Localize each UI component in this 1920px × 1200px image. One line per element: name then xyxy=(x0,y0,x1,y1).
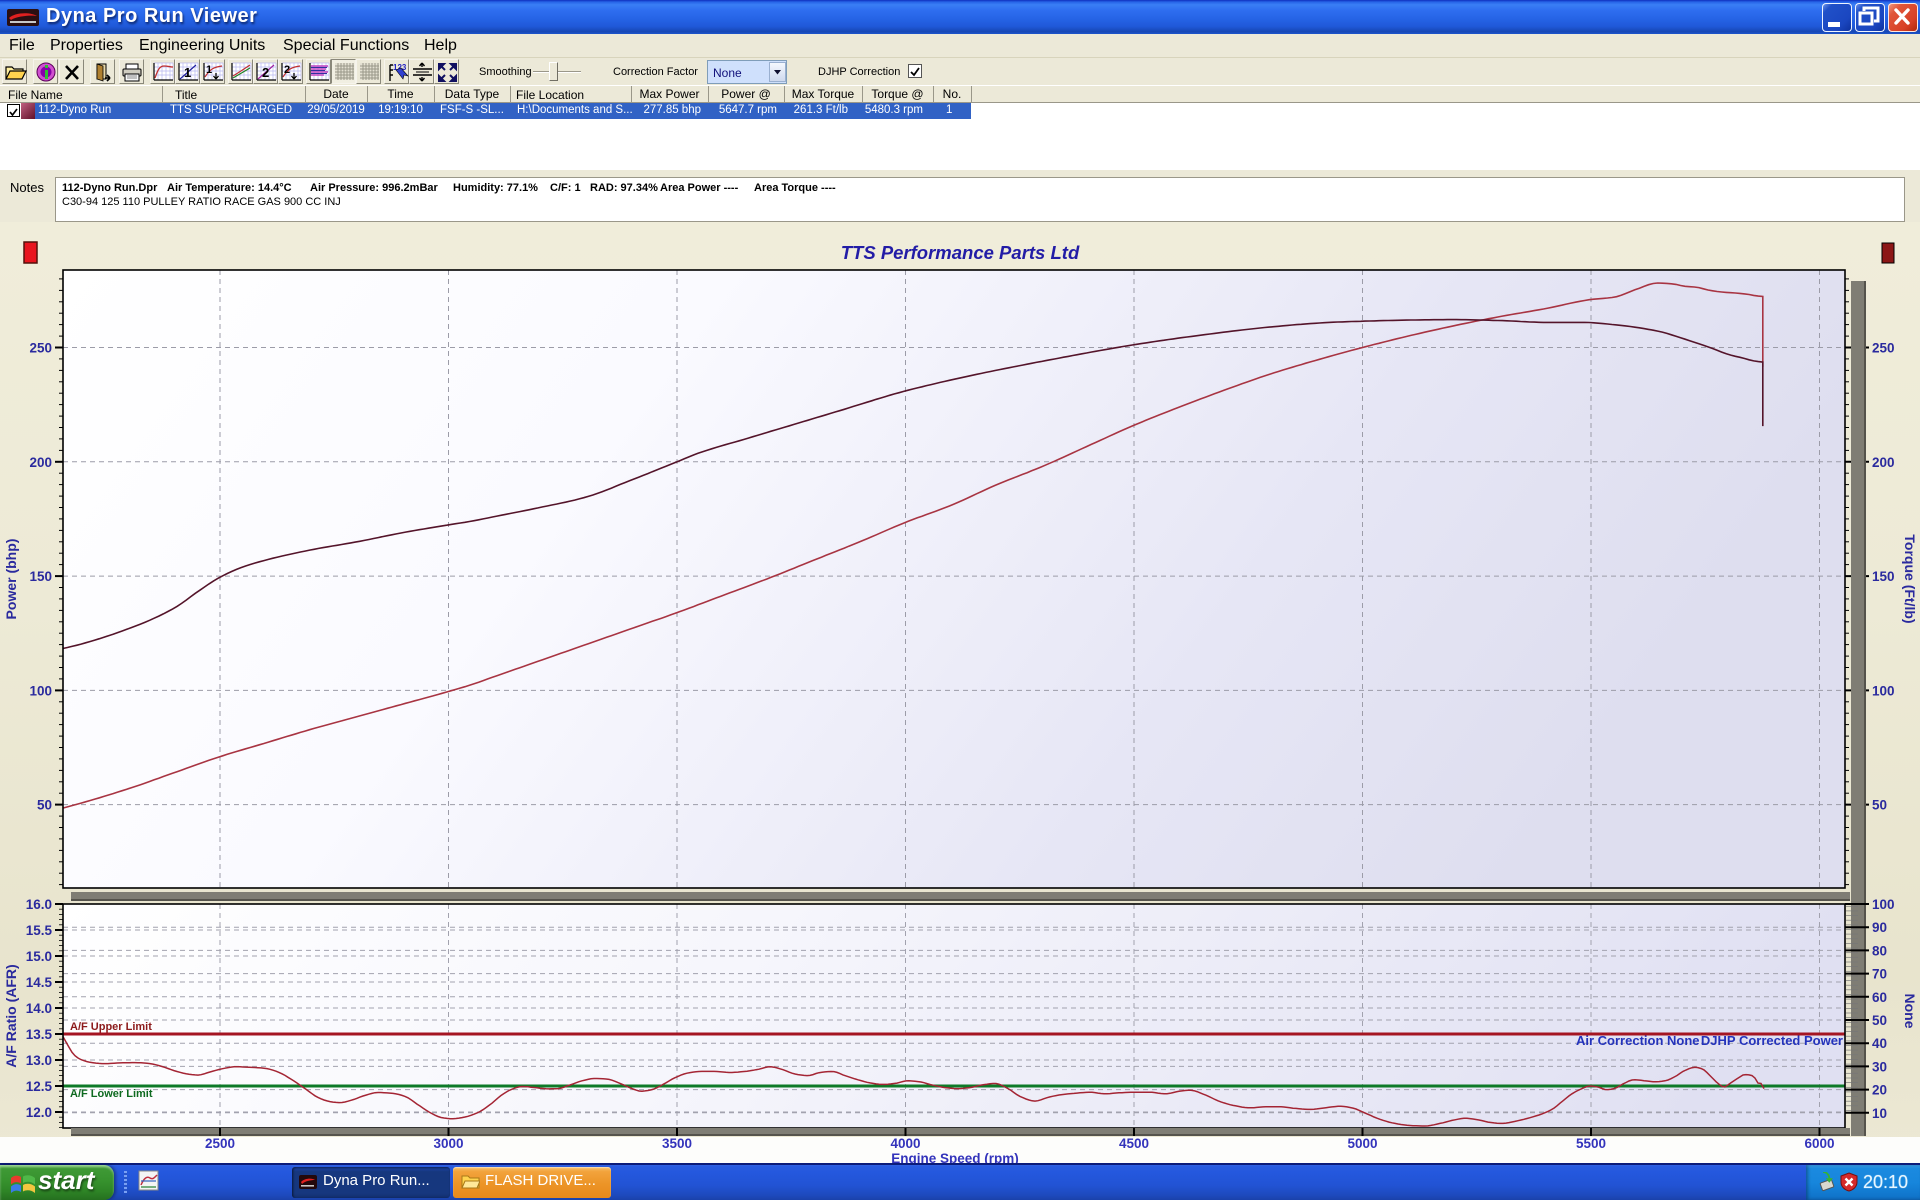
svg-text:4000: 4000 xyxy=(890,1136,920,1151)
svg-text:13.0: 13.0 xyxy=(26,1053,52,1068)
svg-text:150: 150 xyxy=(29,569,52,584)
svg-text:DJHP Corrected Power: DJHP Corrected Power xyxy=(1701,1033,1843,1048)
svg-text:2: 2 xyxy=(262,65,269,80)
svg-text:Torque (Ft/lb): Torque (Ft/lb) xyxy=(1902,534,1918,623)
svg-text:Air Correction None: Air Correction None xyxy=(1576,1033,1700,1048)
svg-text:150: 150 xyxy=(1872,569,1895,584)
svg-text:70: 70 xyxy=(1872,967,1887,982)
svg-text:200: 200 xyxy=(1872,455,1895,470)
svg-text:80: 80 xyxy=(1872,943,1887,958)
svg-text:12.0: 12.0 xyxy=(26,1105,52,1120)
svg-text:30: 30 xyxy=(1872,1059,1887,1074)
svg-text:Engine Speed (rpm): Engine Speed (rpm) xyxy=(891,1151,1019,1163)
svg-text:90: 90 xyxy=(1872,920,1887,935)
svg-text:Power (bhp): Power (bhp) xyxy=(3,539,19,620)
svg-text:20: 20 xyxy=(1872,1083,1887,1098)
svg-text:250: 250 xyxy=(1872,341,1895,356)
svg-text:14.0: 14.0 xyxy=(26,1001,52,1016)
svg-text:250: 250 xyxy=(29,341,52,356)
svg-text:4500: 4500 xyxy=(1119,1136,1149,1151)
svg-text:50: 50 xyxy=(1872,798,1887,813)
svg-text:100: 100 xyxy=(1872,683,1895,698)
svg-text:5500: 5500 xyxy=(1576,1136,1606,1151)
svg-text:10: 10 xyxy=(1872,1106,1887,1121)
svg-text:1: 1 xyxy=(184,65,191,80)
svg-text:3500: 3500 xyxy=(662,1136,692,1151)
svg-text:15.5: 15.5 xyxy=(26,923,53,938)
svg-text:A/F Upper Limit: A/F Upper Limit xyxy=(70,1021,152,1033)
svg-text:1: 1 xyxy=(206,64,212,76)
svg-text:A/F Ratio (AFR): A/F Ratio (AFR) xyxy=(3,964,19,1067)
svg-text:2500: 2500 xyxy=(205,1136,235,1151)
svg-text:13.5: 13.5 xyxy=(26,1027,53,1042)
svg-text:2: 2 xyxy=(284,64,290,76)
svg-text:16.0: 16.0 xyxy=(26,897,52,912)
svg-text:12.5: 12.5 xyxy=(26,1079,53,1094)
svg-text:14.5: 14.5 xyxy=(26,975,53,990)
svg-text:None: None xyxy=(1902,994,1918,1029)
svg-text:40: 40 xyxy=(1872,1036,1887,1051)
svg-text:5000: 5000 xyxy=(1347,1136,1377,1151)
svg-text:100: 100 xyxy=(1872,897,1895,912)
svg-text:50: 50 xyxy=(37,798,52,813)
svg-text:3000: 3000 xyxy=(433,1136,463,1151)
svg-text:100: 100 xyxy=(29,683,52,698)
svg-text:15.0: 15.0 xyxy=(26,949,52,964)
svg-text:200: 200 xyxy=(29,455,52,470)
svg-text:50: 50 xyxy=(1872,1013,1887,1028)
svg-text:TTS Performance Parts Ltd: TTS Performance Parts Ltd xyxy=(841,242,1080,263)
svg-text:6000: 6000 xyxy=(1804,1136,1834,1151)
svg-text:60: 60 xyxy=(1872,990,1887,1005)
svg-text:A/F Lower Limit: A/F Lower Limit xyxy=(70,1088,153,1100)
